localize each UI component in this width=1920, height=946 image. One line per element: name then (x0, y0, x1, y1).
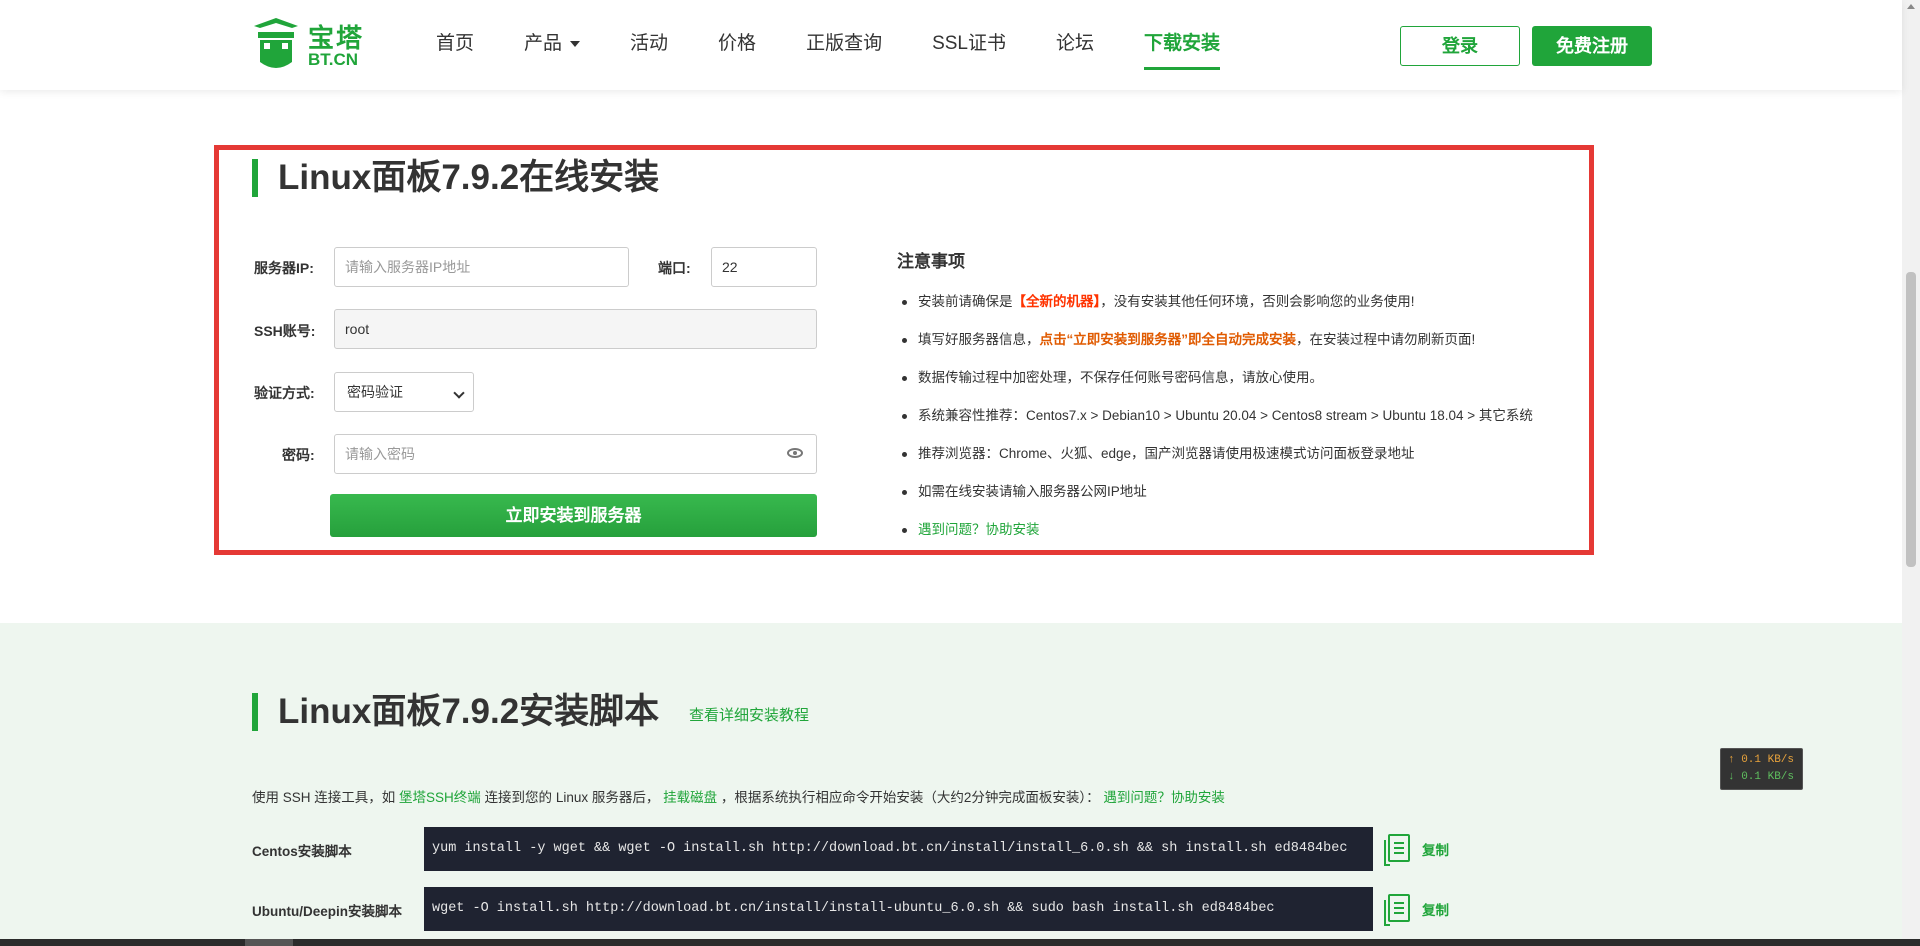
centos-script-code[interactable]: yum install -y wget && wget -O install.s… (424, 827, 1373, 871)
nav-products[interactable]: 产品 (524, 0, 581, 90)
nav-products-label: 产品 (524, 33, 563, 54)
network-speed-widget: ↑ 0.1 KB/s ↓ 0.1 KB/s (1720, 748, 1803, 790)
copy-icon (1384, 834, 1410, 866)
note-2-b: 点击“立即安装到服务器”即全自动完成安装 (1039, 332, 1297, 347)
auth-method-select[interactable]: 密码验证 (334, 372, 474, 412)
logo-text-en: BT.CN (308, 50, 359, 69)
auth-method-value: 密码验证 (347, 384, 403, 400)
pagoda-logo-icon (254, 18, 298, 68)
caret-down-icon (570, 40, 581, 47)
centos-script-label: Centos安装脚本 (252, 844, 352, 859)
install-script-title: Linux面板7.9.2安装脚本 (252, 693, 659, 731)
list-item: 如需在线安装请输入服务器公网IP地址 (900, 480, 1533, 518)
desc-b: 连接到您的 Linux 服务器后， (484, 790, 660, 805)
nav-ssl[interactable]: SSL证书 (932, 0, 1006, 90)
nav-download[interactable]: 下载安装 (1144, 0, 1221, 90)
ubuntu-script-code[interactable]: wget -O install.sh http://download.bt.cn… (424, 887, 1373, 931)
copy-label: 复制 (1422, 903, 1449, 918)
taskbar (0, 939, 1920, 946)
note-2-c: ，在安装过程中请勿刷新页面! (1296, 332, 1476, 347)
scroll-up-arrow-icon[interactable] (1907, 4, 1915, 9)
script-help-link[interactable]: 遇到问题？协助安装 (1103, 790, 1225, 805)
auth-method-label: 验证方式: (254, 385, 315, 401)
download-speed: ↓ 0.1 KB/s (1728, 771, 1795, 783)
bt-logo[interactable]: 宝塔 BT.CN (252, 16, 372, 76)
desc-c: ，根据系统执行相应命令开始安装（大约2分钟完成面板安装）： (720, 790, 1100, 805)
list-item: 遇到问题？协助安装 (900, 518, 1533, 556)
list-item: 系统兼容性推荐：Centos7.x > Debian10 > Ubuntu 20… (900, 404, 1533, 442)
main-nav: 首页 产品 活动 价格 正版查询 SSL证书 论坛 下载安装 (436, 0, 1270, 90)
list-item: 填写好服务器信息，点击“立即安装到服务器”即全自动完成安装，在安装过程中请勿刷新… (900, 328, 1533, 366)
mount-disk-link[interactable]: 挂载磁盘 (663, 790, 717, 805)
login-button[interactable]: 登录 (1400, 26, 1520, 66)
port-label: 端口: (658, 260, 691, 276)
note-1-c: ，没有安装其他任何环境，否则会影响您的业务使用! (1100, 294, 1415, 309)
register-button[interactable]: 免费注册 (1532, 26, 1652, 66)
help-install-link[interactable]: 遇到问题？协助安装 (918, 522, 1040, 537)
ssh-terminal-link[interactable]: 堡塔SSH终端 (399, 790, 481, 805)
scroll-thumb[interactable] (1906, 272, 1916, 567)
copy-label: 复制 (1422, 843, 1449, 858)
nav-forum[interactable]: 论坛 (1056, 0, 1094, 90)
note-2-a: 填写好服务器信息， (918, 332, 1040, 347)
port-input[interactable] (711, 247, 817, 287)
password-label: 密码: (282, 447, 315, 463)
ssh-account-input[interactable] (334, 309, 817, 349)
list-item: 数据传输过程中加密处理，不保存任何账号密码信息，请放心使用。 (900, 366, 1533, 404)
notes-title: 注意事项 (897, 252, 965, 271)
notes-list: 安装前请确保是【全新的机器】，没有安装其他任何环境，否则会影响您的业务使用! 填… (900, 290, 1533, 556)
nav-price[interactable]: 价格 (718, 0, 756, 90)
script-description: 使用 SSH 连接工具，如 堡塔SSH终端 连接到您的 Linux 服务器后， … (252, 786, 1225, 806)
list-item: 安装前请确保是【全新的机器】，没有安装其他任何环境，否则会影响您的业务使用! (900, 290, 1533, 328)
online-install-title: Linux面板7.9.2在线安装 (252, 159, 659, 197)
chevron-down-icon (453, 387, 465, 399)
taskbar-item[interactable] (245, 939, 293, 946)
page-scrollbar[interactable] (1902, 0, 1920, 946)
eye-icon[interactable] (787, 448, 803, 458)
tutorial-link[interactable]: 查看详细安装教程 (689, 704, 809, 725)
list-item: 推荐浏览器：Chrome、火狐、edge，国产浏览器请使用极速模式访问面板登录地… (900, 442, 1533, 480)
server-ip-input[interactable] (334, 247, 629, 287)
nav-license-check[interactable]: 正版查询 (806, 0, 882, 90)
password-input[interactable] (334, 434, 817, 474)
note-1-b: 【全新的机器】 (1012, 294, 1101, 309)
server-ip-label: 服务器IP: (254, 260, 314, 276)
desc-a: 使用 SSH 连接工具，如 (252, 790, 396, 805)
ubuntu-script-label: Ubuntu/Deepin安装脚本 (252, 904, 402, 919)
nav-activity[interactable]: 活动 (630, 0, 668, 90)
upload-speed: ↑ 0.1 KB/s (1728, 754, 1795, 766)
copy-icon (1384, 894, 1410, 926)
nav-home[interactable]: 首页 (436, 0, 474, 90)
install-to-server-button[interactable]: 立即安装到服务器 (330, 494, 817, 537)
note-1-a: 安装前请确保是 (918, 294, 1013, 309)
ssh-account-label: SSH账号: (254, 323, 316, 339)
site-header: 宝塔 BT.CN 首页 产品 活动 价格 正版查询 SSL证书 论坛 下载安装 … (0, 0, 1902, 90)
